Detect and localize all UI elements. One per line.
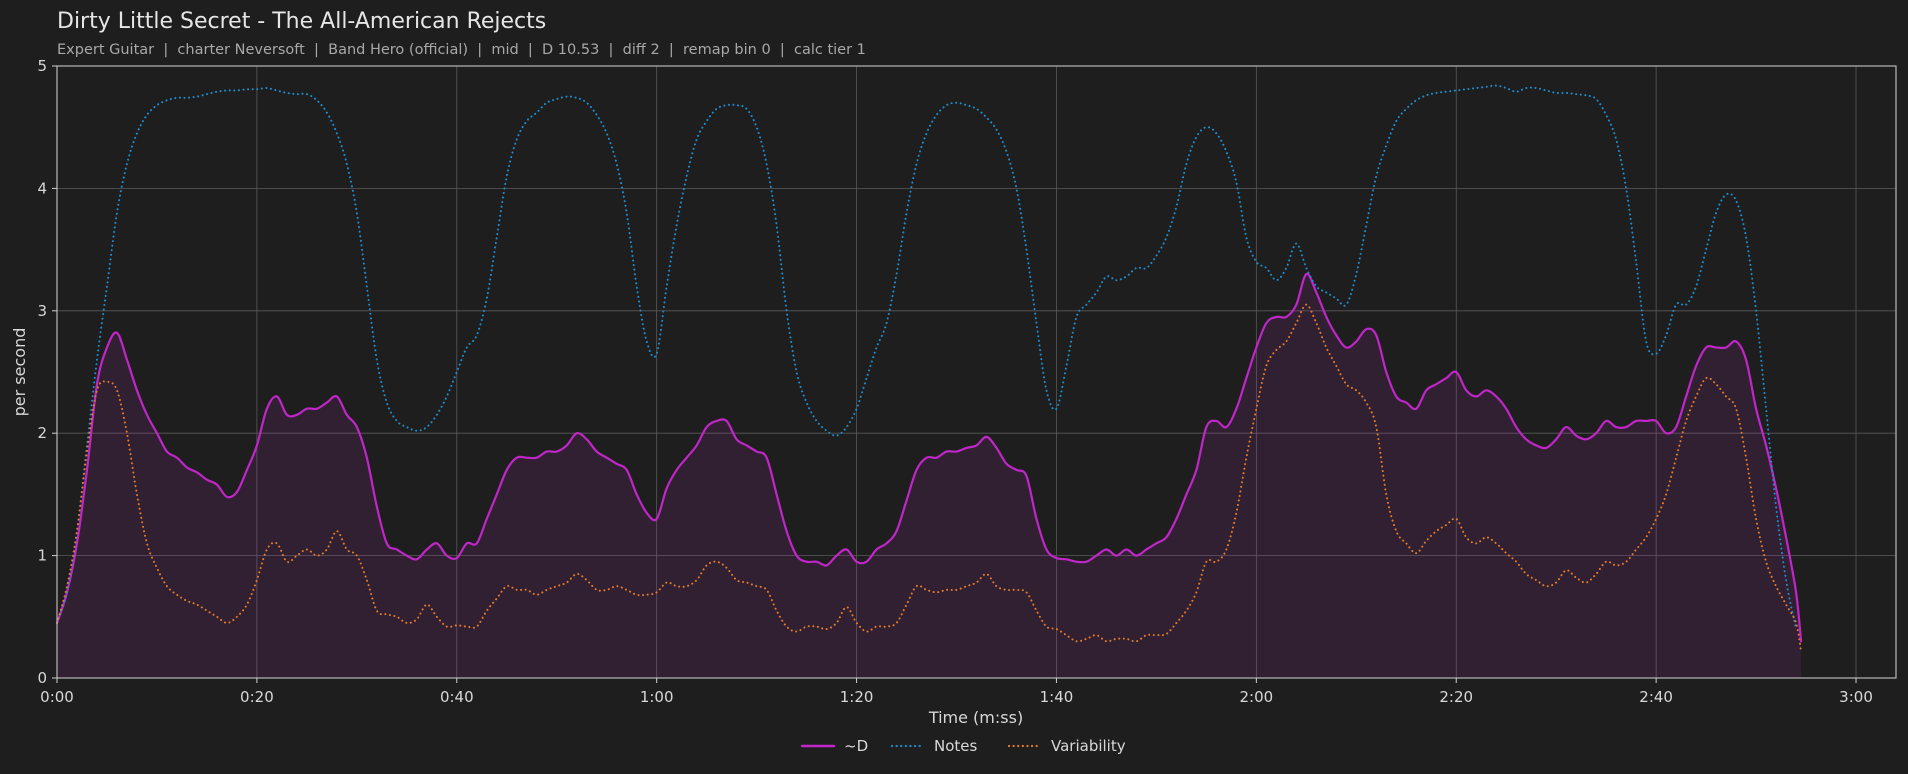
chart-subtitle: Expert Guitar | charter Neversoft | Band…: [57, 42, 866, 58]
legend-label-notes: Notes: [934, 737, 978, 755]
legend: ~D Notes Variability: [800, 737, 1126, 755]
x-tick-label: 2:00: [1240, 688, 1274, 706]
chart: Dirty Little Secret - The All-American R…: [10, 9, 1897, 755]
x-tick-label: 0:20: [240, 688, 274, 706]
legend-label-variability: Variability: [1051, 737, 1126, 755]
x-tick-label: 3:00: [1839, 688, 1873, 706]
legend-label-d: ~D: [844, 737, 868, 755]
y-tick-label: 2: [37, 424, 47, 442]
x-tick-label: 2:20: [1439, 688, 1473, 706]
y-axis-label: per second: [10, 328, 29, 417]
y-axis: 0 1 2 3 4 5: [37, 57, 57, 687]
x-tick-label: 0:40: [440, 688, 474, 706]
chart-title: Dirty Little Secret - The All-American R…: [57, 9, 546, 34]
x-tick-label: 2:40: [1639, 688, 1673, 706]
x-tick-label: 1:20: [840, 688, 874, 706]
x-tick-label: 0:00: [40, 688, 74, 706]
y-tick-label: 3: [37, 302, 47, 320]
x-axis: 0:00 0:20 0:40 1:00 1:20 1:40 2:00 2:20 2:40 3:00: [40, 678, 1873, 706]
x-axis-label: Time (m:ss): [928, 708, 1023, 727]
y-tick-label: 1: [37, 547, 47, 565]
y-tick-label: 5: [37, 57, 47, 75]
x-tick-label: 1:40: [1040, 688, 1074, 706]
y-tick-label: 4: [37, 179, 47, 197]
x-tick-label: 1:00: [640, 688, 674, 706]
y-tick-label: 0: [37, 669, 47, 687]
